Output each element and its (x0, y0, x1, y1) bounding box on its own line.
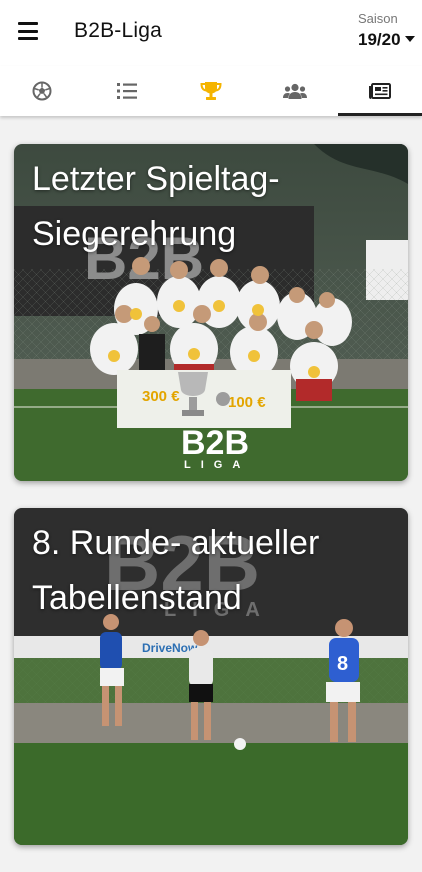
tab-matches[interactable] (0, 66, 84, 116)
tab-cup[interactable] (169, 66, 253, 116)
ranked-list-icon (116, 83, 137, 99)
news-feed: B2B (14, 144, 408, 872)
caret-down-icon (404, 36, 415, 42)
newspaper-icon (368, 83, 391, 99)
app-bar: B2B-Liga Saison 19/20 (0, 0, 422, 66)
news-card[interactable]: B2B LIGA DriveNow 8 8. Runde- aktueller … (14, 508, 408, 845)
news-card-title: Letzter Spieltag-Siegerehrung (32, 160, 280, 253)
card-logo: B2B (181, 424, 249, 462)
season-value: 19/20 (358, 30, 401, 49)
news-card-title: 8. Runde- aktueller Tabellenstand (32, 524, 320, 617)
tab-table[interactable] (84, 66, 168, 116)
hamburger-menu-icon[interactable] (18, 22, 38, 40)
tab-news[interactable] (337, 66, 422, 116)
season-label: Saison (358, 11, 398, 26)
news-card[interactable]: B2B (14, 144, 408, 481)
users-icon (283, 83, 308, 99)
tab-bar (0, 66, 422, 116)
prize-right: 100 € (228, 394, 266, 411)
trophy-icon (200, 82, 222, 100)
app-title: B2B-Liga (74, 19, 162, 42)
prize-left: 300 € (142, 388, 180, 405)
card-logo-sub: LIGA (184, 459, 250, 471)
season-selector[interactable]: Saison 19/20 (358, 11, 416, 50)
jersey-number: 8 (337, 653, 348, 675)
soccer-ball-icon (32, 81, 52, 101)
tab-teams[interactable] (253, 66, 337, 116)
